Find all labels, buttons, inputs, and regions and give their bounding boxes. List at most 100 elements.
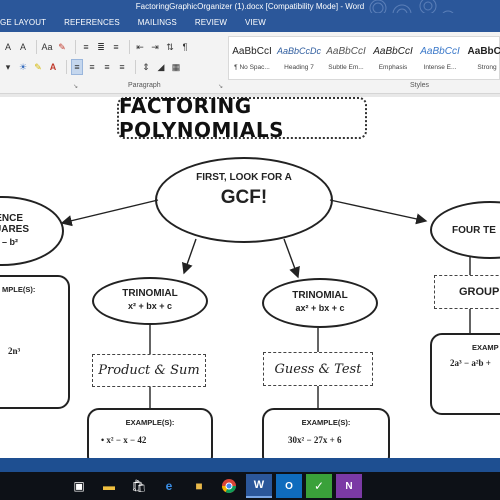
style-sample: AaBbCcI: [373, 45, 413, 57]
window-title: FactoringGraphicOrganizer (1).docx [Comp…: [135, 2, 365, 11]
increase-indent-icon[interactable]: ⇥: [149, 39, 161, 55]
word-icon[interactable]: W: [246, 474, 272, 498]
style-sample: AaBbCcI: [232, 45, 272, 57]
trinomial-general-ellipse: TRINOMIAL ax² + bx + c: [262, 278, 378, 328]
task-view-icon[interactable]: ▣: [66, 474, 92, 498]
page-title-box: FACTORING POLYNOMIALS: [117, 97, 367, 142]
trinomial-general-example: 30x² − 27x + 6: [288, 435, 342, 445]
product-sum-box: Product & Sum: [92, 354, 206, 387]
tab-review[interactable]: REVIEW: [195, 13, 227, 32]
style-emphasis[interactable]: AaBbCcI Emphasis: [370, 37, 417, 79]
tab-mailings[interactable]: MAILINGS: [138, 13, 177, 32]
separator: [36, 40, 37, 54]
style-sample: AaBbCc: [467, 45, 500, 57]
line-spacing-icon[interactable]: ⇕: [140, 59, 152, 75]
trinomial-simple-example-label: EXAMPLE(S):: [125, 418, 175, 427]
paragraph-group-label: Paragraph: [128, 82, 161, 89]
font-dialog-launcher-icon[interactable]: ↘: [73, 83, 78, 90]
trinomial-simple-title: TRINOMIAL: [122, 288, 178, 299]
chrome-icon[interactable]: [216, 474, 242, 498]
style-sample: AaBbCcI: [326, 45, 366, 57]
separator: [66, 60, 67, 74]
four-terms-title: FOUR TE: [452, 225, 496, 236]
trinomial-simple-ellipse: TRINOMIAL x² + bx + c: [92, 277, 208, 325]
style-name: Emphasis: [378, 63, 408, 71]
borders-icon[interactable]: ▦: [170, 59, 182, 75]
trinomial-general-formula: ax² + bx + c: [295, 303, 345, 313]
justify-button[interactable]: ≡: [116, 59, 128, 75]
shrink-font-button[interactable]: A: [17, 39, 29, 55]
style-name: Subtle Em...: [328, 63, 364, 71]
text-effects-icon[interactable]: ☀: [17, 59, 29, 75]
onenote-icon[interactable]: N: [336, 474, 362, 498]
gcf-line-2: GCF!: [220, 187, 268, 208]
font-row-2: ▾ ☀ ✎ A ≡ ≡ ≡ ≡ ⇕ ◢ ▦: [2, 58, 185, 76]
clear-formatting-icon[interactable]: ✎: [56, 39, 68, 55]
sort-icon[interactable]: ⇅: [164, 39, 176, 55]
store-icon[interactable]: 🛍: [126, 474, 152, 498]
folder-icon[interactable]: ■: [186, 474, 212, 498]
trinomial-general-title: TRINOMIAL: [292, 290, 348, 301]
tab-page-layout[interactable]: GE LAYOUT: [0, 13, 46, 32]
separator: [135, 60, 136, 74]
connector-arrows: [60, 199, 471, 408]
numbering-icon[interactable]: ≣: [95, 39, 107, 55]
word-status-bar: [0, 458, 500, 472]
style-name: Intense E...: [423, 63, 457, 71]
align-right-button[interactable]: ≡: [101, 59, 113, 75]
style-sample: AaBbCcDc: [276, 45, 321, 56]
left-example-box: MPLE(S): 2n³: [0, 275, 70, 409]
multilevel-list-icon[interactable]: ≡: [110, 39, 122, 55]
four-terms-example: 2a³ − a²b +: [450, 358, 491, 368]
style-no-spacing[interactable]: AaBbCcI ¶ No Spac...: [229, 37, 276, 79]
green-app-icon[interactable]: ✓: [306, 474, 332, 498]
ribbon-tabs: GE LAYOUT REFERENCES MAILINGS REVIEW VIE…: [0, 13, 500, 32]
highlight-icon[interactable]: ✎: [32, 59, 44, 75]
grouping-label: GROUP: [459, 286, 500, 298]
left-example-label: MPLE(S):: [2, 285, 36, 294]
show-marks-icon[interactable]: ¶: [179, 39, 191, 55]
tab-references[interactable]: REFERENCES: [64, 13, 120, 32]
style-subtle-emphasis[interactable]: AaBbCcI Subtle Em...: [323, 37, 370, 79]
trinomial-simple-example-box: EXAMPLE(S): • x² − x − 42: [87, 408, 213, 458]
font-dropdown-icon[interactable]: ▾: [2, 59, 14, 75]
left-formula: – b²: [2, 237, 19, 247]
outlook-icon[interactable]: O: [276, 474, 302, 498]
style-intense-emphasis[interactable]: AaBbCcI Intense E...: [417, 37, 464, 79]
style-name: Strong: [477, 63, 497, 71]
style-strong[interactable]: AaBbCc Strong: [464, 37, 500, 79]
font-row-1: A A Aa ✎ ≡ ≣ ≡ ⇤ ⇥ ⇅ ¶: [2, 38, 194, 56]
left-example: 2n³: [8, 346, 21, 356]
tab-view[interactable]: VIEW: [245, 13, 266, 32]
change-case-button[interactable]: Aa: [41, 39, 53, 55]
separator: [129, 40, 130, 54]
product-sum-label: Product & Sum: [98, 363, 200, 378]
grow-font-button[interactable]: A: [2, 39, 14, 55]
bullets-icon[interactable]: ≡: [80, 39, 92, 55]
shading-icon[interactable]: ◢: [155, 59, 167, 75]
align-left-button[interactable]: ≡: [71, 59, 83, 75]
file-explorer-icon[interactable]: ▬: [96, 474, 122, 498]
gcf-ellipse: FIRST, LOOK FOR A GCF!: [155, 157, 333, 243]
gcf-line-1: FIRST, LOOK FOR A: [196, 172, 292, 183]
font-color-icon[interactable]: A: [47, 59, 59, 75]
four-terms-example-label: EXAMP: [472, 343, 499, 352]
decrease-indent-icon[interactable]: ⇤: [134, 39, 146, 55]
align-center-button[interactable]: ≡: [86, 59, 98, 75]
style-name: ¶ No Spac...: [234, 63, 270, 71]
page-title: FACTORING POLYNOMIALS: [119, 97, 284, 142]
left-title-line-2: UARES: [0, 224, 30, 235]
separator: [75, 40, 76, 54]
guess-test-box: Guess & Test: [263, 352, 373, 386]
four-terms-example-box: EXAMP 2a³ − a²b +: [430, 333, 500, 415]
style-heading-7[interactable]: AaBbCcDc Heading 7: [276, 37, 323, 79]
trinomial-simple-formula: x² + bx + c: [127, 301, 173, 311]
document-page[interactable]: FACTORING POLYNOMIALS FIRST, LOOK FOR A …: [0, 97, 500, 458]
trinomial-general-example-box: EXAMPLE(S): 30x² − 27x + 6: [262, 408, 390, 458]
grouping-box: GROUP: [434, 275, 500, 309]
trinomial-general-example-label: EXAMPLE(S):: [301, 418, 351, 427]
edge-icon[interactable]: e: [156, 474, 182, 498]
styles-gallery: AaBbCcI ¶ No Spac... AaBbCcDc Heading 7 …: [228, 36, 500, 80]
paragraph-dialog-launcher-icon[interactable]: ↘: [218, 83, 223, 90]
styles-group-label: Styles: [410, 82, 430, 89]
